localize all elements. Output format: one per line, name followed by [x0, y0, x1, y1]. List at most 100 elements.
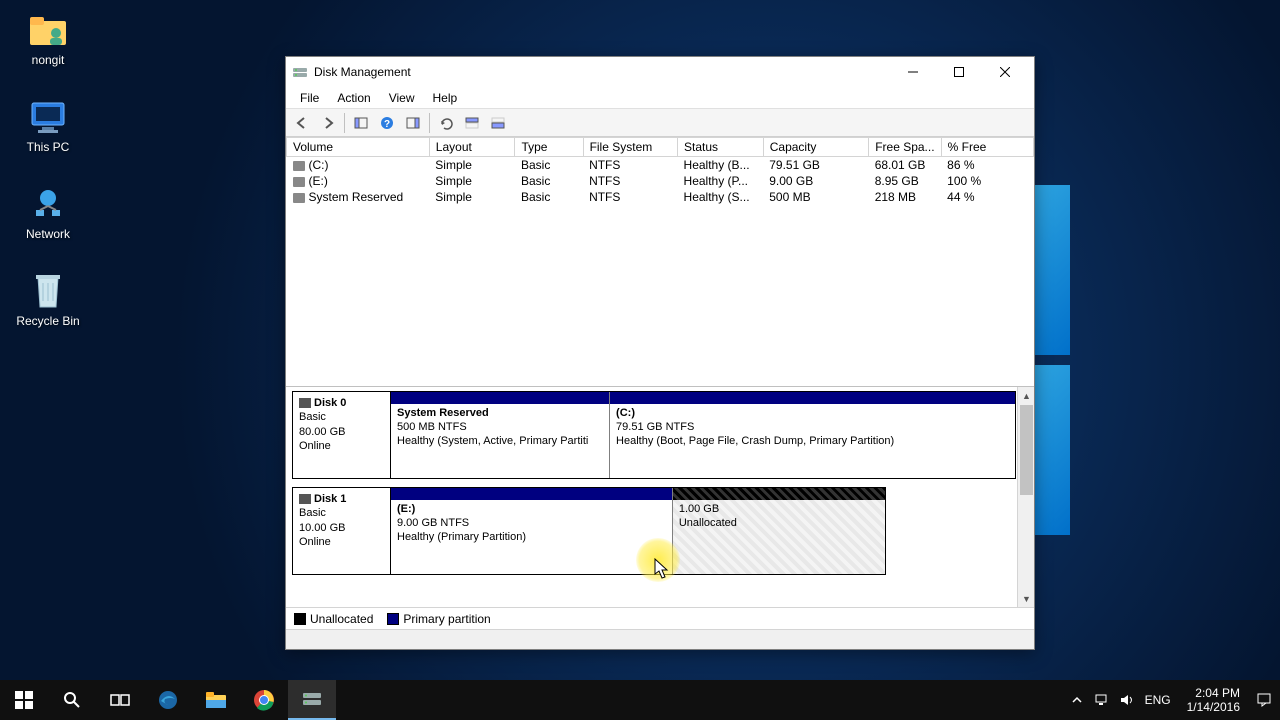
disk-icon — [299, 398, 311, 408]
window-title: Disk Management — [314, 65, 890, 79]
col-status[interactable]: Status — [678, 138, 764, 157]
app-icon — [292, 64, 308, 80]
show-bottom-button[interactable] — [486, 112, 510, 134]
show-hide-console-button[interactable] — [349, 112, 373, 134]
disk-label[interactable]: Disk 1Basic10.00 GBOnline — [293, 488, 391, 574]
graphical-view[interactable]: Disk 0Basic80.00 GBOnlineSystem Reserved… — [286, 387, 1034, 607]
show-top-button[interactable] — [460, 112, 484, 134]
desktop-icon-label: nongit — [32, 53, 65, 67]
taskbar-disk-management-button[interactable] — [288, 680, 336, 720]
network-icon — [28, 184, 68, 224]
volume-list[interactable]: Volume Layout Type File System Status Ca… — [286, 137, 1034, 387]
volume-row[interactable]: System ReservedSimpleBasicNTFSHealthy (S… — [287, 189, 1034, 205]
taskbar-edge-button[interactable] — [144, 680, 192, 720]
desktop-icon-user[interactable]: nongit — [10, 10, 86, 67]
menu-bar: File Action View Help — [286, 87, 1034, 109]
maximize-button[interactable] — [936, 57, 982, 87]
partition-body: System Reserved500 MB NTFSHealthy (Syste… — [391, 404, 609, 478]
user-folder-icon — [28, 10, 68, 50]
partition-header — [391, 488, 672, 500]
forward-button[interactable] — [316, 112, 340, 134]
clock-time: 2:04 PM — [1187, 686, 1240, 700]
legend-primary: Primary partition — [387, 612, 490, 626]
volume-row[interactable]: (E:)SimpleBasicNTFSHealthy (P...9.00 GB8… — [287, 173, 1034, 189]
disk-label[interactable]: Disk 0Basic80.00 GBOnline — [293, 392, 391, 478]
clock-date: 1/14/2016 — [1187, 700, 1240, 714]
partition-primary[interactable]: System Reserved500 MB NTFSHealthy (Syste… — [391, 392, 610, 478]
status-bar — [286, 629, 1034, 649]
search-button[interactable] — [48, 680, 96, 720]
tray-network-icon[interactable] — [1093, 693, 1109, 707]
tray-overflow-icon[interactable] — [1071, 694, 1083, 706]
disk-row[interactable]: Disk 1Basic10.00 GBOnline(E:)9.00 GB NTF… — [292, 487, 886, 575]
toolbar-separator — [344, 113, 345, 133]
system-tray: ENG 2:04 PM 1/14/2016 — [1063, 680, 1280, 720]
col-layout[interactable]: Layout — [429, 138, 515, 157]
task-view-button[interactable] — [96, 680, 144, 720]
desktop-icon-network[interactable]: Network — [10, 184, 86, 241]
back-button[interactable] — [290, 112, 314, 134]
col-fs[interactable]: File System — [583, 138, 677, 157]
vertical-scrollbar[interactable]: ▲ ▼ — [1017, 387, 1034, 607]
partition-primary[interactable]: (C:)79.51 GB NTFSHealthy (Boot, Page Fil… — [610, 392, 1015, 478]
minimize-button[interactable] — [890, 57, 936, 87]
col-volume[interactable]: Volume — [287, 138, 430, 157]
menu-file[interactable]: File — [292, 89, 327, 107]
legend-swatch-primary — [387, 613, 399, 625]
titlebar[interactable]: Disk Management — [286, 57, 1034, 87]
disk-partitions: System Reserved500 MB NTFSHealthy (Syste… — [391, 392, 1015, 478]
show-hide-action-pane-button[interactable] — [401, 112, 425, 134]
scrollbar-up-arrow[interactable]: ▲ — [1018, 387, 1034, 404]
col-pct[interactable]: % Free — [941, 138, 1033, 157]
volume-row[interactable]: (C:)SimpleBasicNTFSHealthy (B...79.51 GB… — [287, 157, 1034, 174]
partition-body: (E:)9.00 GB NTFSHealthy (Primary Partiti… — [391, 500, 672, 574]
tray-language-indicator[interactable]: ENG — [1145, 693, 1171, 707]
toolbar-separator — [429, 113, 430, 133]
desktop-icon-label: Recycle Bin — [16, 314, 79, 328]
disk-icon — [299, 494, 311, 504]
window-controls — [890, 57, 1028, 87]
tray-volume-icon[interactable] — [1119, 693, 1135, 707]
partition-header — [391, 392, 609, 404]
recycle-bin-icon — [28, 271, 68, 311]
pc-icon — [28, 97, 68, 137]
disk-management-window: Disk Management File Action View Help ? … — [285, 56, 1035, 650]
desktop-icons-area: nongit This PC Network Recycle Bin — [10, 10, 86, 328]
taskbar-file-explorer-button[interactable] — [192, 680, 240, 720]
partition-unallocated[interactable]: 1.00 GBUnallocated — [673, 488, 885, 574]
partition-header — [673, 488, 885, 500]
drive-icon — [293, 177, 305, 187]
close-button[interactable] — [982, 57, 1028, 87]
desktop-icon-this-pc[interactable]: This PC — [10, 97, 86, 154]
disk-partitions: (E:)9.00 GB NTFSHealthy (Primary Partiti… — [391, 488, 885, 574]
legend-swatch-unallocated — [294, 613, 306, 625]
taskbar-chrome-button[interactable] — [240, 680, 288, 720]
scrollbar-thumb[interactable] — [1020, 405, 1033, 495]
menu-help[interactable]: Help — [425, 89, 466, 107]
toolbar: ? — [286, 109, 1034, 137]
legend-unallocated: Unallocated — [294, 612, 373, 626]
col-capacity[interactable]: Capacity — [763, 138, 868, 157]
tray-action-center-icon[interactable] — [1256, 692, 1272, 708]
menu-action[interactable]: Action — [329, 89, 378, 107]
disk-row[interactable]: Disk 0Basic80.00 GBOnlineSystem Reserved… — [292, 391, 1016, 479]
help-button[interactable]: ? — [375, 112, 399, 134]
menu-view[interactable]: View — [381, 89, 423, 107]
desktop-icon-recycle-bin[interactable]: Recycle Bin — [10, 271, 86, 328]
col-free[interactable]: Free Spa... — [869, 138, 941, 157]
taskbar-left — [0, 680, 336, 720]
desktop-icon-label: Network — [26, 227, 70, 241]
taskbar-clock[interactable]: 2:04 PM 1/14/2016 — [1181, 686, 1246, 715]
drive-icon — [293, 193, 305, 203]
taskbar: ENG 2:04 PM 1/14/2016 — [0, 680, 1280, 720]
desktop-icon-label: This PC — [27, 140, 70, 154]
partition-header — [610, 392, 1015, 404]
partition-primary[interactable]: (E:)9.00 GB NTFSHealthy (Primary Partiti… — [391, 488, 673, 574]
legend: Unallocated Primary partition — [286, 607, 1034, 629]
partition-body: (C:)79.51 GB NTFSHealthy (Boot, Page Fil… — [610, 404, 1015, 478]
drive-icon — [293, 161, 305, 171]
scrollbar-down-arrow[interactable]: ▼ — [1018, 590, 1034, 607]
col-type[interactable]: Type — [515, 138, 583, 157]
start-button[interactable] — [0, 680, 48, 720]
refresh-button[interactable] — [434, 112, 458, 134]
